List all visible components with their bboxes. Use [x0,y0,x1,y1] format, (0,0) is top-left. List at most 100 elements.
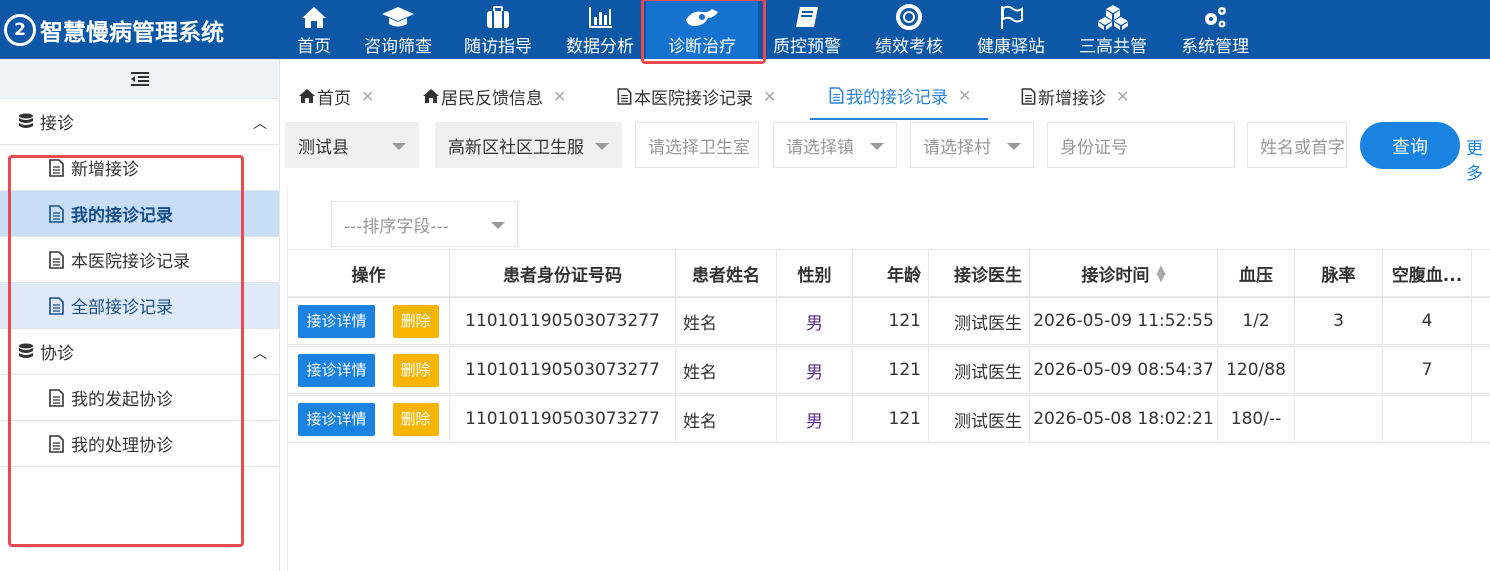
col-action: 操作 [288,250,450,296]
delete-button[interactable]: 删除 [392,402,439,436]
document-icon [49,250,64,269]
glucose-cell [1383,396,1472,442]
name-cell: 姓名 [676,347,777,393]
nav-consult-label: 咨询筛查 [364,37,432,57]
nav-performance-label: 绩效考核 [875,37,943,57]
tab-hospital-records[interactable]: 本医院接诊记录 ✕ [617,72,776,120]
village-select[interactable]: 请选择村 [910,122,1034,168]
nav-system[interactable]: 系统管理 [1174,0,1256,59]
close-icon[interactable]: ✕ [553,87,566,106]
nav-consult[interactable]: 咨询筛查 [357,0,439,59]
col-glucose: 空腹血... [1383,250,1472,296]
tab-my-records[interactable]: 我的接诊记录 ✕ [810,72,989,120]
tab-label: 新增接诊 [1038,88,1106,109]
detail-button[interactable]: 接诊详情 [298,402,375,436]
graduation-cap-icon [382,7,414,27]
sidebar-item-new-reception[interactable]: 新增接诊 [0,145,279,191]
more-filters-link[interactable]: 更多 [1466,134,1490,184]
sidebar-item-my-handled[interactable]: 我的处理协诊 [0,421,279,467]
name-cell: 姓名 [676,298,777,344]
delete-button[interactable]: 删除 [392,304,439,338]
detail-button[interactable]: 接诊详情 [298,353,375,387]
sidebar-item-hospital-records[interactable]: 本医院接诊记录 [0,237,279,283]
nav-analysis[interactable]: 数据分析 [559,0,641,59]
bar-chart-icon [589,7,612,28]
id-number-input[interactable]: 身份证号 [1047,122,1235,168]
tab-label: 居民反馈信息 [441,88,543,109]
pulse-cell [1295,396,1383,442]
delete-button[interactable]: 删除 [392,353,439,387]
sort-field-select[interactable]: ---排序字段--- [331,201,518,247]
time-cell: 2026-05-09 11:52:55 [1030,298,1218,344]
home-icon [299,89,315,103]
nav-home[interactable]: 首页 [283,0,345,59]
sidebar-group-reception[interactable]: 接诊 ︿ [0,99,279,145]
close-icon[interactable]: ✕ [958,86,971,105]
nav-qc[interactable]: 质控预警 [766,0,848,59]
action-cell: 接诊详情 删除 [288,347,450,393]
col-id: 患者身份证号码 [450,250,676,296]
tab-home[interactable]: 首页 ✕ [299,72,374,120]
center-select[interactable]: 高新区社区卫生服 [435,122,622,168]
col-time-label: 接诊时间 [1081,265,1150,286]
nav-performance[interactable]: 绩效考核 [868,0,950,59]
home-icon [302,7,326,28]
id-cell: 110101190503073277 [450,396,676,442]
sidebar-group-label: 接诊 [40,114,74,134]
table-row: 接诊详情 删除 110101190503073277 姓名 男 121 测试医生… [288,346,1490,394]
name-input[interactable]: 姓名或首字 [1247,122,1347,168]
clinic-select[interactable]: 请选择卫生室 [635,122,759,168]
sidebar-item-all-records[interactable]: 全部接诊记录 [0,283,279,329]
sidebar-item-label: 我的接诊记录 [71,206,173,226]
close-icon[interactable]: ✕ [763,87,776,106]
center-value: 高新区社区卫生服 [448,137,584,158]
sidebar-item-my-records[interactable]: 我的接诊记录 [0,191,279,237]
top-bar: 2 智慧慢病管理系统 首页 咨询筛查 随访指导 数据分析 诊断治疗 质控预警 绩… [0,0,1490,64]
id-placeholder: 身份证号 [1060,137,1128,158]
sidebar-item-my-initiated[interactable]: 我的发起协诊 [0,375,279,421]
nav-station[interactable]: 健康驿站 [970,0,1052,59]
tab-feedback[interactable]: 居民反馈信息 ✕ [423,72,566,120]
tab-new-reception[interactable]: 新增接诊 ✕ [1021,72,1129,120]
sex-cell: 男 [777,396,853,442]
sex-cell: 男 [777,347,853,393]
nav-followup[interactable]: 随访指导 [457,0,539,59]
table-header-row: 操作 患者身份证号码 患者姓名 性别 年龄 接诊医生 接诊时间 ▲ ▼ 血压 脉率… [288,249,1490,297]
document-icon [1021,87,1036,105]
action-cell: 接诊详情 删除 [288,298,450,344]
time-cell: 2026-05-09 08:54:37 [1030,347,1218,393]
records-panel: ---排序字段--- 操作 患者身份证号码 患者姓名 性别 年龄 接诊医生 接诊… [287,186,1490,571]
sort-icon[interactable]: ▲ ▼ [1156,263,1165,283]
gears-icon [1205,7,1226,28]
nav-analysis-label: 数据分析 [566,37,634,57]
nav-three-highs-label: 三高共管 [1079,37,1147,57]
action-cell: 接诊详情 删除 [288,396,450,442]
tab-label: 我的接诊记录 [846,87,948,108]
app-title: 智慧慢病管理系统 [40,19,224,46]
pulse-cell [1295,347,1383,393]
sidebar-group-consultation[interactable]: 协诊 ︿ [0,329,279,375]
county-select[interactable]: 测试县 [285,122,419,168]
database-icon [19,113,33,128]
sidebar-collapse-toggle[interactable] [0,59,279,99]
town-select[interactable]: 请选择镇 [773,122,897,168]
home-icon [423,89,439,103]
document-icon [49,434,64,453]
table-row: 接诊详情 删除 110101190503073277 姓名 男 121 测试医生… [288,297,1490,345]
document-icon [49,296,64,315]
sidebar-item-label: 本医院接诊记录 [71,252,190,272]
close-icon[interactable]: ✕ [1116,87,1129,106]
detail-button[interactable]: 接诊详情 [298,304,375,338]
caret-down-icon [392,143,406,150]
cubes-icon [1098,5,1128,30]
caret-down-icon [870,143,884,150]
close-icon[interactable]: ✕ [361,87,374,106]
col-time[interactable]: 接诊时间 ▲ ▼ [1030,250,1218,296]
nav-diagnosis[interactable]: 诊断治疗 [646,0,758,59]
bp-cell: 1/2 [1218,298,1295,344]
col-age: 年龄 [853,250,929,296]
nav-three-highs[interactable]: 三高共管 [1072,0,1154,59]
age-cell: 121 [853,347,929,393]
query-button[interactable]: 查询 [1360,122,1460,169]
bp-cell: 180/-- [1218,396,1295,442]
